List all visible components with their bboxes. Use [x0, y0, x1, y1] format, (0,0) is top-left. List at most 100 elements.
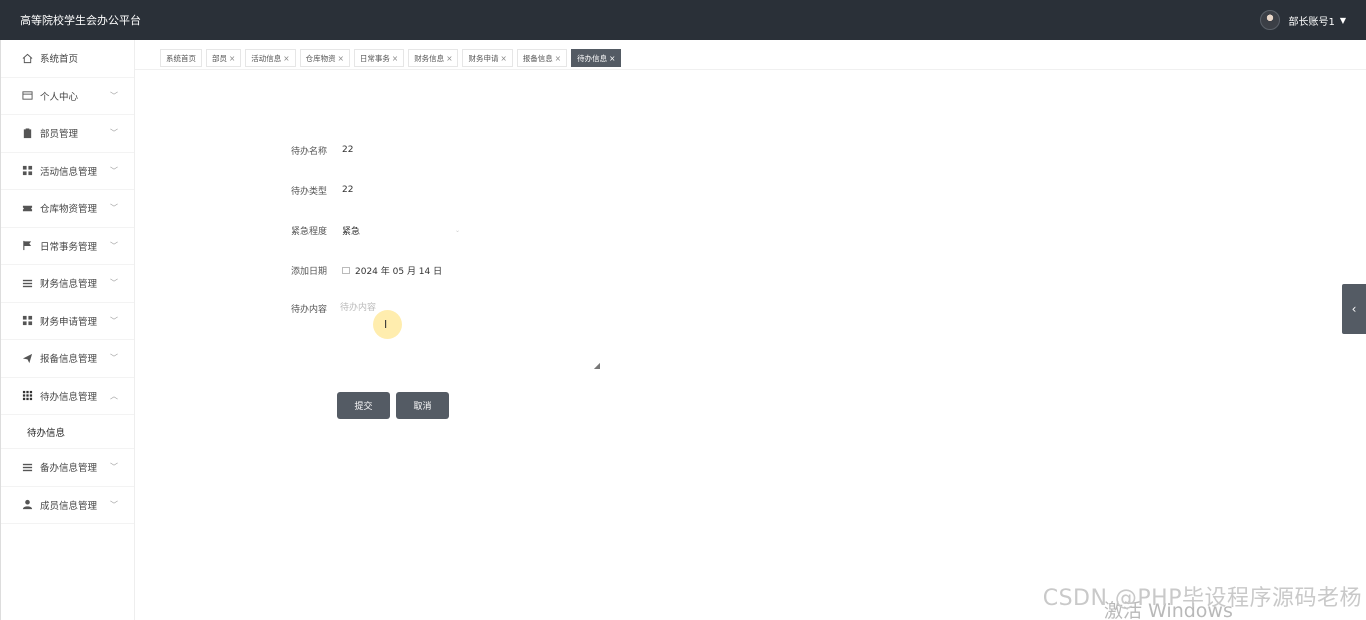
todo-type-input[interactable]: 22 [342, 185, 353, 195]
user-name[interactable]: 部长账号1 [1288, 13, 1334, 28]
tab-daily[interactable]: 日常事务 × [353, 49, 405, 67]
close-icon[interactable]: × [392, 54, 398, 63]
text-cursor-icon: I [384, 318, 388, 331]
sidebar-item-label: 系统首页 [40, 54, 79, 66]
tab-finance-apply[interactable]: 财务申请 × [462, 49, 513, 67]
ticket-icon [21, 202, 33, 214]
close-icon[interactable]: × [555, 54, 561, 63]
user-menu[interactable]: 部长账号1 ▼ [1260, 10, 1346, 30]
chevron-down-icon: ﹀ [110, 241, 118, 251]
tab-home[interactable]: 系统首页 [160, 49, 202, 67]
tab-label: 仓库物资 [305, 53, 336, 63]
tab-bar: 系统首页 部员 × 活动信息 × 仓库物资 × 日常事务 × 财务信息 × 财务申请 × 报… [160, 49, 622, 67]
grid-icon [21, 315, 33, 327]
tab-staff[interactable]: 部员 × [206, 49, 242, 67]
app-title: 高等院校学生会办公平台 [20, 14, 141, 27]
chevron-down-icon: ﹀ [110, 316, 118, 326]
cancel-button[interactable]: 取消 [396, 392, 449, 419]
tab-activity[interactable]: 活动信息 × [245, 49, 296, 67]
sidebar-item-profile[interactable]: 个人中心 ﹀ [1, 78, 134, 115]
sidebar-item-report[interactable]: 报备信息管理 ﹀ [1, 340, 134, 378]
close-icon[interactable]: × [446, 54, 452, 63]
chevron-down-icon: ﹀ [110, 500, 118, 510]
sidebar-item-label: 报备信息管理 [40, 354, 98, 366]
close-icon[interactable]: × [609, 54, 615, 63]
sidebar-item-label: 财务信息管理 [40, 279, 98, 291]
chevron-down-icon: ﹀ [110, 166, 118, 176]
avatar[interactable] [1260, 10, 1281, 30]
sidebar-item-label: 部员管理 [40, 129, 79, 141]
sidebar-item-label: 个人中心 [40, 91, 79, 103]
sidebar-item-todo[interactable]: 待办信息管理 ︿ [1, 378, 134, 415]
clipboard-icon [21, 127, 33, 139]
sidebar-item-label: 备办信息管理 [40, 463, 98, 475]
form-row-type: 待办类型 22 [280, 180, 600, 200]
calendar-icon [342, 266, 350, 274]
chevron-down-icon: ⌄ [454, 226, 460, 234]
chevron-left-icon: ‹ [1351, 302, 1357, 316]
sidebar-item-warehouse[interactable]: 仓库物资管理 ﹀ [1, 190, 134, 228]
sidebar-item-members[interactable]: 成员信息管理 ﹀ [1, 487, 134, 524]
urgency-select[interactable]: 紧急 ⌄ [342, 224, 460, 237]
chevron-down-icon: ﹀ [110, 462, 118, 472]
submit-button[interactable]: 提交 [337, 392, 390, 419]
form-row-content: 待办内容 ◢ [280, 300, 600, 370]
profile-icon [21, 90, 33, 102]
todo-name-label: 待办名称 [290, 146, 327, 157]
chevron-down-icon: ﹀ [110, 91, 118, 101]
form-row-name: 待办名称 22 [280, 140, 600, 160]
sidebar-item-label: 仓库物资管理 [40, 204, 98, 216]
user-icon [21, 499, 33, 511]
form-buttons: 提交 取消 [337, 392, 449, 419]
close-icon[interactable]: × [283, 54, 289, 63]
submenu-item-todo-info[interactable]: 待办信息 [1, 415, 134, 449]
send-icon [21, 352, 33, 364]
date-value: 2024 年 05 月 14 日 [355, 266, 443, 277]
cursor-highlight [373, 310, 402, 339]
resize-handle-icon[interactable]: ◢ [594, 361, 600, 370]
list-icon [21, 277, 33, 289]
date-picker[interactable]: 2024 年 05 月 14 日 [342, 264, 442, 277]
content-label: 待办内容 [290, 305, 327, 315]
tab-divider [135, 69, 1366, 70]
sidebar: 系统首页 个人中心 ﹀ 部员管理 ﹀ 活动信息管理 ﹀ 仓库物资管理 ﹀ 日常事… [0, 40, 135, 620]
urgency-selected: 紧急 [342, 226, 361, 237]
watermark: CSDN @PHP毕设程序源码老杨 [1042, 586, 1362, 611]
tab-warehouse[interactable]: 仓库物资 × [299, 49, 350, 67]
sidebar-item-staff[interactable]: 部员管理 ﹀ [1, 115, 134, 153]
tab-label: 日常事务 [359, 53, 390, 63]
flag-icon [21, 240, 33, 252]
caret-down-icon[interactable]: ▼ [1340, 16, 1346, 25]
chevron-up-icon: ︿ [110, 391, 118, 401]
close-icon[interactable]: × [338, 54, 344, 63]
tab-finance[interactable]: 财务信息 × [408, 49, 459, 67]
tab-label: 活动信息 [251, 53, 282, 63]
side-panel-toggle[interactable]: ‹ [1342, 284, 1366, 334]
sidebar-item-finance[interactable]: 财务信息管理 ﹀ [1, 265, 134, 303]
sidebar-item-label: 财务申请管理 [40, 316, 98, 328]
date-label: 添加日期 [290, 266, 327, 277]
chevron-down-icon: ﹀ [110, 278, 118, 288]
urgency-label: 紧急程度 [290, 226, 327, 237]
tab-label: 待办信息 [577, 53, 608, 63]
tab-label: 财务申请 [468, 53, 499, 63]
todo-type-label: 待办类型 [290, 186, 327, 197]
form-row-urgency: 紧急程度 紧急 ⌄ [280, 220, 600, 240]
todo-name-input[interactable]: 22 [342, 145, 353, 155]
close-icon[interactable]: × [500, 54, 506, 63]
apps-icon [21, 390, 33, 402]
sidebar-item-finance-apply[interactable]: 财务申请管理 ﹀ [1, 303, 134, 340]
sidebar-item-prepared[interactable]: 备办信息管理 ﹀ [1, 449, 134, 487]
tab-todo[interactable]: 待办信息 × [571, 49, 622, 67]
tab-report[interactable]: 报备信息 × [516, 49, 568, 67]
top-bar: 高等院校学生会办公平台 部长账号1 ▼ [0, 0, 1366, 40]
tab-label: 部员 [212, 53, 227, 63]
close-icon[interactable]: × [229, 54, 235, 63]
sidebar-item-home[interactable]: 系统首页 [1, 40, 134, 78]
sidebar-item-label: 成员信息管理 [40, 500, 98, 512]
home-icon [21, 52, 33, 64]
sidebar-item-daily[interactable]: 日常事务管理 ﹀ [1, 228, 134, 265]
form-row-date: 添加日期 2024 年 05 月 14 日 [280, 260, 600, 280]
sidebar-item-activity[interactable]: 活动信息管理 ﹀ [1, 153, 134, 190]
sidebar-item-label: 待办信息管理 [40, 391, 98, 403]
